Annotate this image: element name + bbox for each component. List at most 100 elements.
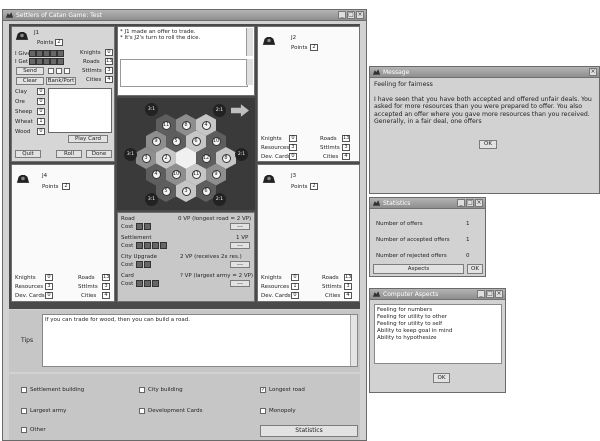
minimize-icon[interactable]: _ (477, 290, 485, 298)
board[interactable]: 11 8 4 9 5 6 10 3 2 12 8 4 10 11 9 5 3 6 3:1 2:1 3:1 2:1 … (117, 98, 255, 210)
player1-check[interactable] (64, 68, 70, 74)
play-card-button[interactable]: Play Card (68, 135, 108, 143)
build-city-button[interactable]: --- (230, 261, 250, 268)
message-ok-button[interactable]: OK (479, 140, 497, 149)
give-cell[interactable] (57, 50, 64, 57)
message-titlebar[interactable]: Message × (370, 67, 599, 78)
statistics-dialog: Statistics _ □ × Number of offers 1 Numb… (369, 197, 486, 277)
give-cell[interactable] (36, 50, 43, 57)
maximize-icon[interactable]: □ (466, 199, 474, 207)
stat-value: 1 (466, 237, 470, 243)
player3-cities: 4 (344, 292, 352, 299)
monopoly-checkbox[interactable] (260, 408, 266, 414)
settlement-cost-card (152, 242, 159, 249)
aspects-ok-button[interactable]: OK (433, 373, 450, 383)
number-token: 11 (161, 120, 171, 130)
player2-dev-label: Dev. Cards (261, 154, 291, 160)
port-marker: 3:1 (124, 148, 137, 161)
aspects-button[interactable]: Aspects (373, 264, 464, 274)
build-settlement-button[interactable]: --- (230, 242, 250, 249)
player4-roads-label: Roads (78, 275, 95, 281)
main-window: Settlers of Catan Game: Test _ □ × J1 Po… (2, 9, 367, 441)
get-cell[interactable] (57, 58, 64, 65)
largest-army-checkbox[interactable] (21, 408, 27, 414)
player4-roads: 13 (102, 274, 110, 281)
player1-avatar (15, 32, 29, 40)
statistics-titlebar[interactable]: Statistics _ □ × (370, 198, 485, 209)
aspects-titlebar[interactable]: Computer Aspects _ □ × (370, 289, 505, 300)
player1-cities: 4 (105, 76, 113, 83)
quit-button[interactable]: Quit (15, 150, 41, 158)
player1-knights: 0 (105, 49, 113, 56)
number-token: 9 (211, 170, 221, 179)
give-cell[interactable] (43, 50, 50, 57)
get-cell[interactable] (50, 58, 57, 65)
player4-dev-label: Dev. Cards (15, 293, 45, 299)
close-icon[interactable]: × (495, 290, 503, 298)
get-cell[interactable] (36, 58, 43, 65)
close-icon[interactable]: × (589, 68, 597, 76)
get-cell[interactable] (43, 58, 50, 65)
statistics-button[interactable]: Statistics (260, 425, 358, 437)
log-scrollbar[interactable] (246, 28, 253, 56)
player4-panel: J4 Points 2 Knights 0 Resources 3 Dev. C… (11, 164, 115, 302)
main-titlebar[interactable]: Settlers of Catan Game: Test _ □ × (3, 10, 366, 21)
maximize-icon[interactable]: □ (347, 11, 355, 19)
app-icon (372, 200, 381, 206)
player3-cities-label: Cities (325, 293, 341, 299)
city-cost-card (136, 261, 143, 268)
player1-points-label: Points (37, 40, 54, 46)
build-road-button[interactable]: --- (230, 223, 250, 230)
number-token: 9 (151, 137, 161, 146)
build-panel: Road 0 VP (longest road = 2 VP) Cost ---… (117, 212, 255, 302)
send-button[interactable]: Send (16, 67, 44, 75)
next-arrow-icon[interactable] (231, 104, 249, 117)
player4-resources-label: Resources (15, 284, 44, 290)
player3-name: J3 (291, 173, 297, 179)
development-cards-checkbox[interactable] (139, 408, 145, 414)
player2-name: J2 (291, 35, 297, 41)
get-cell[interactable] (29, 58, 36, 65)
statistics-ok-button[interactable]: OK (467, 264, 483, 274)
settlement-cost-card (136, 242, 143, 249)
player2-resources: 3 (289, 144, 297, 151)
longest-road-checkbox[interactable]: ✓ (260, 387, 266, 393)
tips-scrollbar[interactable] (350, 315, 357, 366)
aspect-item: Feeling for utility to self (377, 321, 443, 327)
player1-check[interactable] (48, 68, 54, 74)
clear-button[interactable]: Clear (16, 77, 44, 85)
tips-text: If you can trade for wood, then you can … (45, 317, 190, 323)
log-panel: * J1 made an offer to trade. * It's J2's… (117, 26, 255, 96)
stat-label: Number of accepted offers (376, 237, 450, 243)
buy-card-button[interactable]: --- (230, 280, 250, 287)
other-checkbox[interactable] (21, 427, 27, 433)
port-marker: 2:1 (213, 104, 226, 117)
number-token: 12 (201, 153, 211, 163)
player3-sttlmts: 3 (344, 283, 352, 290)
number-token: 6 (201, 186, 211, 196)
road-cost-card (144, 223, 151, 230)
bank-port-button[interactable]: Bank/Port (46, 77, 76, 85)
give-cell[interactable] (29, 50, 36, 57)
dev-card-list[interactable] (48, 88, 112, 133)
chat-scrollbar[interactable] (246, 59, 253, 85)
roll-button[interactable]: Roll (56, 150, 82, 158)
player4-sttlmts: 3 (102, 283, 110, 290)
give-cell[interactable] (50, 50, 57, 57)
player2-knights-label: Knights (261, 136, 282, 142)
maximize-icon[interactable]: □ (486, 290, 494, 298)
chat-input[interactable] (120, 59, 248, 87)
close-icon[interactable]: × (475, 199, 483, 207)
settlement-building-checkbox[interactable] (21, 387, 27, 393)
player2-roads-label: Roads (320, 136, 337, 142)
close-icon[interactable]: × (356, 11, 364, 19)
card-cost-card (144, 280, 151, 287)
city-building-checkbox[interactable] (139, 387, 145, 393)
player2-avatar (262, 37, 276, 45)
done-button[interactable]: Done (86, 150, 112, 158)
player1-check[interactable] (56, 68, 62, 74)
minimize-icon[interactable]: _ (457, 199, 465, 207)
player4-resources: 3 (45, 283, 53, 290)
minimize-icon[interactable]: _ (338, 11, 346, 19)
player4-knights: 0 (45, 274, 53, 281)
